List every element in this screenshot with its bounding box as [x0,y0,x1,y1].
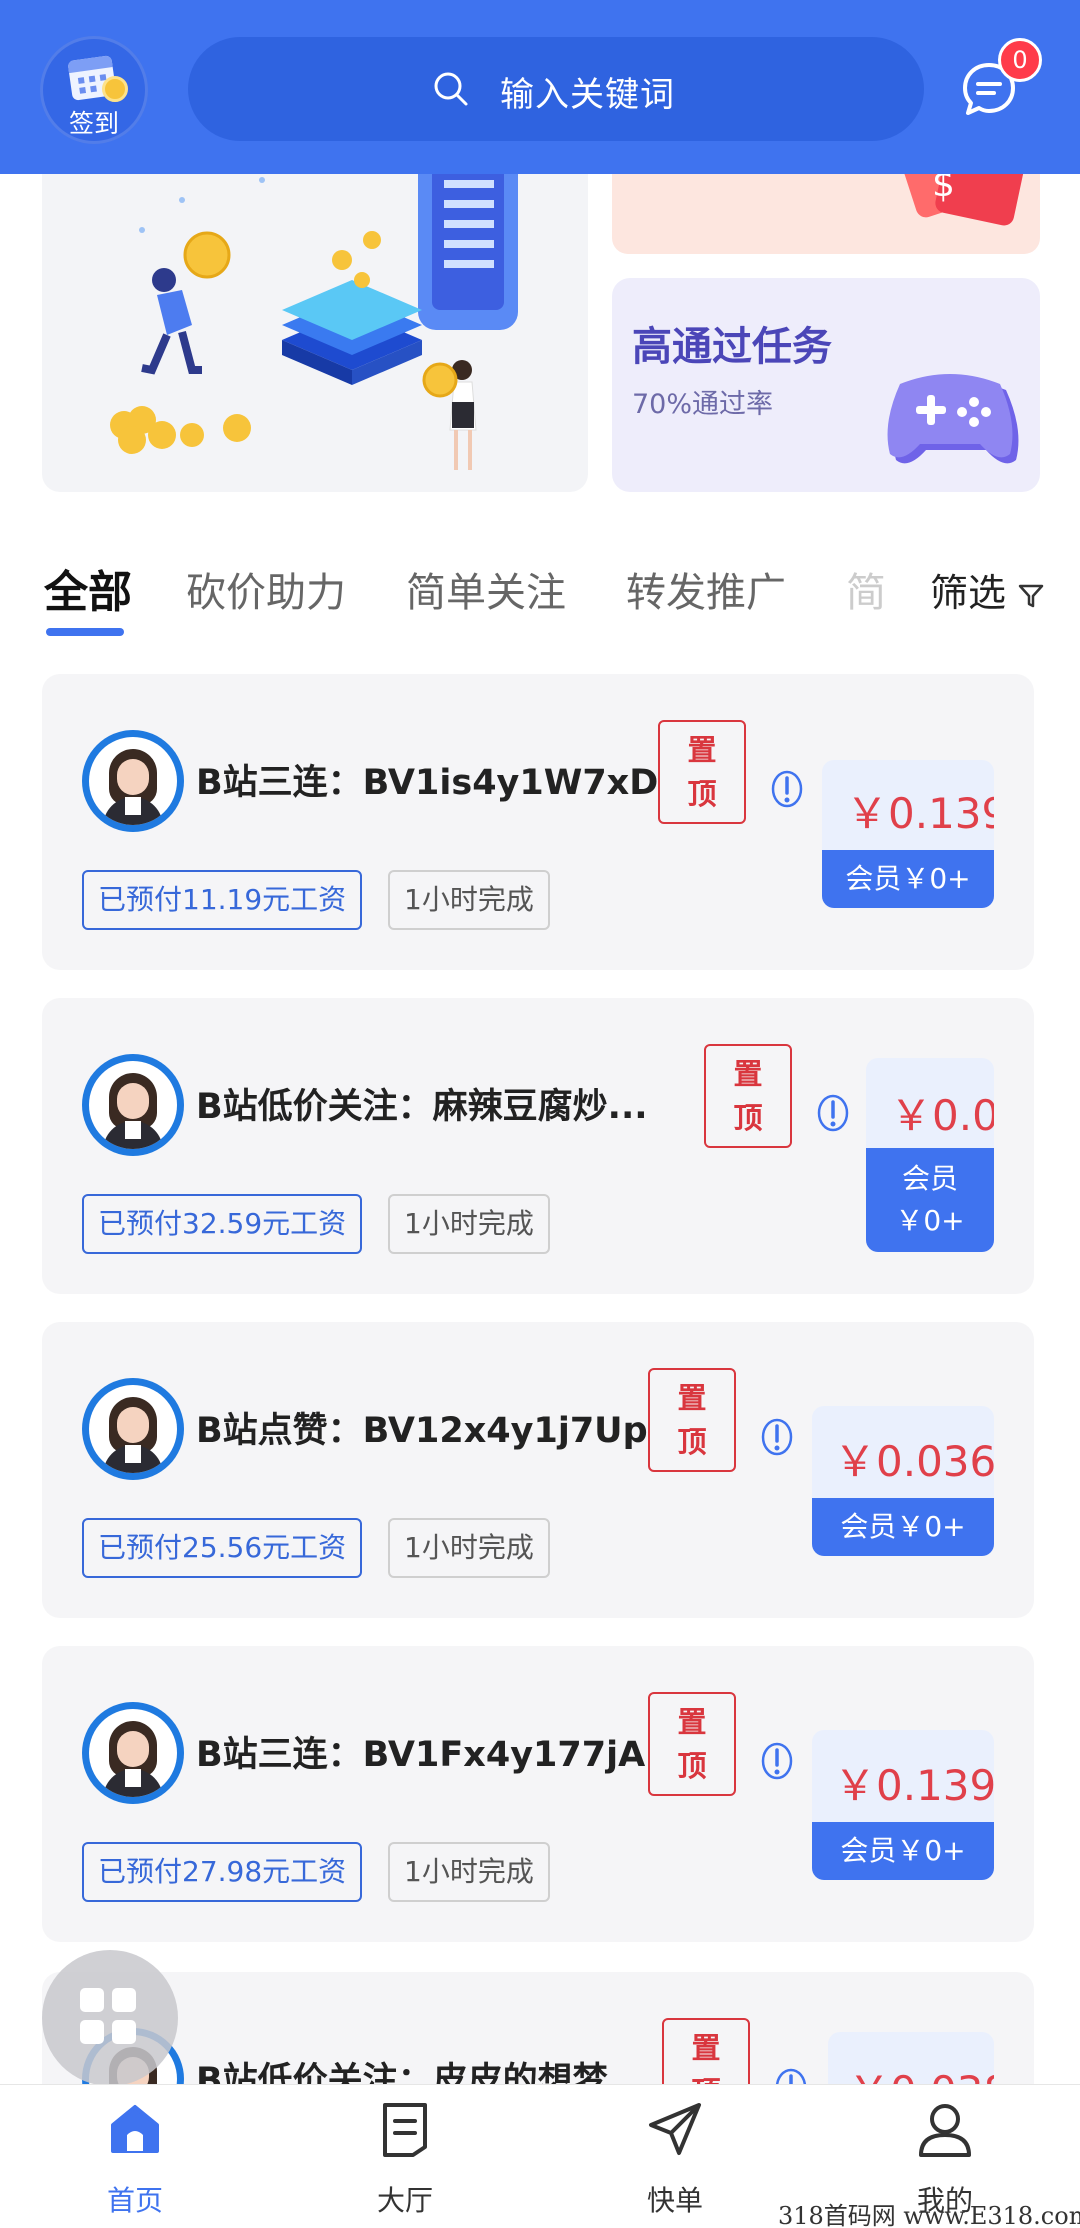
tab-bargain-help[interactable]: 砍价助力 [186,560,346,618]
pinned-badge: 置顶 [648,1368,736,1472]
duration-tag: 1小时完成 [388,870,550,930]
duration-tag: 1小时完成 [388,1518,550,1578]
price-box: ￥0.139 会员￥0+ [812,1730,994,1880]
pinned-label: 置顶 [733,1057,763,1135]
search-placeholder: 输入关键词 [500,75,675,115]
gamepad-icon [887,374,1019,464]
document-icon [383,2103,427,2157]
duration-tag: 1小时完成 [388,1194,550,1254]
duration-tag: 1小时完成 [388,1842,550,1902]
banner-high-pass-tasks[interactable]: 高通过任务 70%通过率 [612,278,1040,492]
home-icon [111,2105,159,2153]
task-price: ￥0.036 [834,1437,994,1486]
task-price: ￥0.139 [846,789,994,838]
coin-icon [102,76,128,102]
avatar [82,730,184,832]
task-card[interactable]: B站低价关注：麻辣豆腐炒... 置顶 已预付32.59元工资 1小时完成 ￥0.… [42,998,1034,1294]
task-card[interactable]: B站三连：BV1Fx4y177jA 置顶 已预付27.98元工资 1小时完成 ￥… [42,1646,1034,1942]
tab-more[interactable]: 简 [846,560,886,618]
pinned-badge: 置顶 [658,720,746,824]
prepaid-tag: 已预付32.59元工资 [82,1194,363,1254]
pinned-label: 置顶 [677,1705,707,1783]
floating-grid-button[interactable] [42,1950,178,2086]
checkin-label: 签到 [68,109,119,138]
pinned-label: 置顶 [687,733,717,811]
tab-active-indicator [46,628,124,636]
tab-simple-follow[interactable]: 简单关注 [406,560,566,618]
avatar [82,1702,184,1804]
filter-label: 筛选 [930,571,1007,615]
banner-illustration [99,140,518,470]
task-title: B站三连：BV1is4y1W7xD [196,763,659,803]
nav-quick-order[interactable]: 快单 [540,2085,810,2228]
search-bar[interactable]: 输入关键词 [188,37,924,141]
nav-quick-order-label: 快单 [646,2184,703,2217]
pinned-badge: 置顶 [704,1044,792,1148]
nav-hall-label: 大厅 [376,2184,433,2217]
task-price: ￥0.0 [890,1091,994,1140]
task-price: ￥0.139 [834,1761,994,1810]
price-box: ￥0.139 会员￥0+ [822,760,994,908]
paper-plane-icon [649,2103,701,2155]
tab-all[interactable]: 全部 [44,556,132,620]
banner-title: 高通过任务 [632,324,832,370]
user-icon [919,2104,971,2157]
tab-forward-promote[interactable]: 转发推广 [626,560,786,618]
member-price: 会员￥0+ [812,1822,994,1880]
member-value: ￥0+ [895,1204,965,1237]
nav-home-label: 首页 [106,2184,163,2217]
prepaid-tag: 已预付27.98元工资 [82,1842,363,1902]
member-price: 会员￥0+ [812,1498,994,1556]
price-box: ￥0.0 会员 ￥0+ [866,1058,994,1252]
filter-icon [1018,584,1044,607]
banner-earn-illustration[interactable] [42,140,588,492]
avatar [82,1054,184,1156]
info-icon[interactable] [816,1092,850,1134]
info-icon[interactable] [760,1740,794,1782]
price-box: ￥0.036 会员￥0+ [812,1406,994,1556]
info-icon[interactable] [770,768,804,810]
filter-button[interactable]: 筛选 [922,562,1045,617]
banner-subtitle: 70%通过率 [632,389,774,420]
task-title: B站三连：BV1Fx4y177jA [196,1735,646,1775]
search-icon [434,72,468,106]
checkin-button[interactable]: 签到 [40,36,148,144]
nav-home[interactable]: 首页 [0,2085,270,2228]
task-title: B站低价关注：麻辣豆腐炒... [196,1087,648,1127]
member-price: 会员 ￥0+ [866,1148,994,1252]
member-price: 会员￥0+ [822,850,994,908]
message-badge: 0 [998,38,1042,82]
pinned-badge: 置顶 [648,1692,736,1796]
avatar [82,1378,184,1480]
category-tabs: 全部 砍价助力 简单关注 转发推广 简 筛选 [0,548,1080,648]
pinned-label: 置顶 [677,1381,707,1459]
member-label: 会员 [901,1162,958,1195]
watermark-text: 318首码网 www.E318.com [778,2202,1080,2228]
task-card[interactable]: B站点赞：BV12x4y1j7Up 置顶 已预付25.56元工资 1小时完成 ￥… [42,1322,1034,1618]
info-icon[interactable] [760,1416,794,1458]
top-header: 签到 输入关键词 0 [0,0,1080,174]
task-title: B站点赞：BV12x4y1j7Up [196,1411,648,1451]
nav-hall[interactable]: 大厅 [270,2085,540,2228]
task-card[interactable]: B站三连：BV1is4y1W7xD 置顶 已预付11.19元工资 1小时完成 ￥… [42,674,1034,970]
prepaid-tag: 已预付25.56元工资 [82,1518,363,1578]
prepaid-tag: 已预付11.19元工资 [82,870,363,930]
